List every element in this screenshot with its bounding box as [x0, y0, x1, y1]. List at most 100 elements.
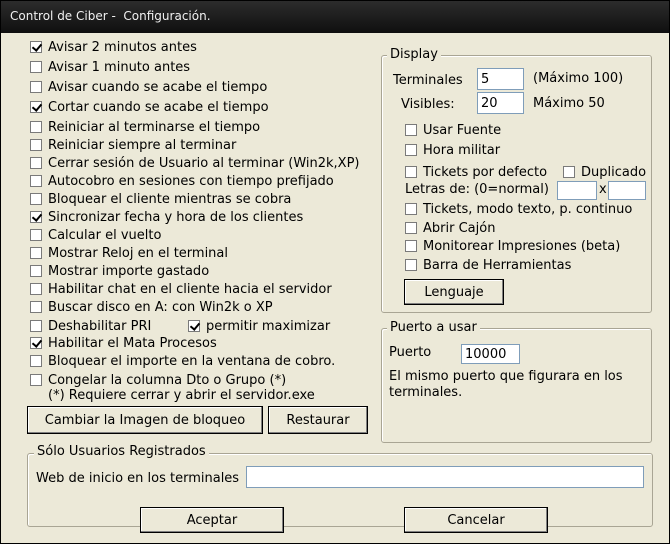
letras-label: Letras de: (0=normal): [405, 182, 549, 197]
barra-herramientas-label: Barra de Herramientas: [423, 257, 572, 273]
letras-input-1[interactable]: [557, 181, 597, 200]
display-group-title: Display: [387, 47, 441, 62]
abrir-cajon-box[interactable]: [405, 222, 417, 234]
restart-note: (*) Requiere cerrar y abrir el servidor.…: [48, 388, 315, 403]
usar-fuente-box[interactable]: [405, 124, 417, 136]
option-checkbox-label: Avisar 1 minuto antes: [48, 59, 191, 75]
option-checkbox-label: Reiniciar siempre al terminar: [48, 137, 237, 153]
title-bar[interactable]: Control de Ciber - Configuración.: [1, 1, 669, 33]
option-checkbox[interactable]: Bloquear el importe en la ventana de cob…: [30, 352, 335, 370]
option-checkbox-box[interactable]: [30, 139, 42, 151]
option-checkbox-label: Bloquear el cliente mientras se cobra: [48, 191, 292, 207]
permitir-maximizar-label: permitir maximizar: [206, 318, 331, 334]
option-checkbox-box[interactable]: [30, 157, 42, 169]
option-checkbox[interactable]: Bloquear el cliente mientras se cobra: [30, 190, 291, 208]
option-checkbox-label: Sincronizar fecha y hora de los clientes: [48, 209, 304, 225]
duplicado-checkbox[interactable]: Duplicado: [563, 163, 646, 181]
abrir-cajon-checkbox[interactable]: Abrir Cajón: [405, 219, 495, 237]
hora-militar-checkbox[interactable]: Hora militar: [405, 141, 500, 159]
option-checkbox-label: Habilitar el Mata Procesos: [48, 335, 217, 351]
tickets-texto-box[interactable]: [405, 203, 417, 215]
option-checkbox-label: Bloquear el importe en la ventana de cob…: [48, 353, 336, 369]
option-checkbox[interactable]: Cortar cuando se acabe el tiempo: [30, 98, 269, 116]
hora-militar-box[interactable]: [405, 144, 417, 156]
option-checkbox[interactable]: Habilitar chat en el cliente hacia el se…: [30, 280, 332, 298]
option-checkbox[interactable]: Avisar cuando se acabe el tiempo: [30, 78, 267, 96]
barra-herramientas-checkbox[interactable]: Barra de Herramientas: [405, 256, 571, 274]
option-checkbox-label: Deshabilitar PRI: [48, 318, 152, 334]
option-checkbox[interactable]: Mostrar importe gastado: [30, 262, 209, 280]
tickets-defecto-label: Tickets por defecto: [423, 164, 548, 180]
permitir-maximizar-checkbox[interactable]: permitir maximizar: [188, 317, 330, 335]
tickets-defecto-box[interactable]: [405, 166, 417, 178]
option-checkbox-box[interactable]: [30, 193, 42, 205]
registrados-group: [27, 453, 653, 527]
monitorear-checkbox[interactable]: Monitorear Impresiones (beta): [405, 237, 620, 255]
option-checkbox-label: Congelar la columna Dto o Grupo (*): [48, 372, 287, 388]
option-checkbox[interactable]: Buscar disco en A: con Win2k o XP: [30, 298, 273, 316]
restaurar-button[interactable]: Restaurar: [268, 406, 368, 434]
cancelar-button[interactable]: Cancelar: [404, 507, 548, 533]
terminales-label: Terminales: [393, 73, 463, 88]
window-title: Control de Ciber - Configuración.: [10, 9, 211, 23]
option-checkbox[interactable]: Calcular el vuelto: [30, 226, 161, 244]
option-checkbox-box[interactable]: [30, 81, 42, 93]
letras-input-2[interactable]: [608, 181, 646, 200]
option-checkbox-label: Autocobro en sesiones con tiempo prefija…: [48, 173, 334, 189]
option-checkbox-box[interactable]: [30, 355, 42, 367]
permitir-maximizar-box[interactable]: [188, 320, 200, 332]
option-checkbox[interactable]: Reiniciar al terminarse el tiempo: [30, 118, 260, 136]
tickets-texto-checkbox[interactable]: Tickets, modo texto, p. continuo: [405, 200, 632, 218]
option-checkbox-box[interactable]: [30, 265, 42, 277]
duplicado-box[interactable]: [563, 166, 575, 178]
monitorear-box[interactable]: [405, 240, 417, 252]
option-checkbox-label: Buscar disco en A: con Win2k o XP: [48, 299, 273, 315]
option-checkbox-box[interactable]: [30, 175, 42, 187]
option-checkbox[interactable]: Avisar 2 minutos antes: [30, 38, 197, 56]
option-checkbox-box[interactable]: [30, 101, 42, 113]
option-checkbox-box[interactable]: [30, 61, 42, 73]
monitorear-label: Monitorear Impresiones (beta): [423, 238, 621, 254]
option-checkbox[interactable]: Sincronizar fecha y hora de los clientes: [30, 208, 303, 226]
option-checkbox-box[interactable]: [30, 283, 42, 295]
visibles-hint: Máximo 50: [533, 96, 605, 111]
option-checkbox[interactable]: Habilitar el Mata Procesos: [30, 334, 217, 352]
option-checkbox-box[interactable]: [30, 229, 42, 241]
option-checkbox[interactable]: Avisar 1 minuto antes: [30, 58, 190, 76]
option-checkbox-box[interactable]: [30, 247, 42, 259]
visibles-input[interactable]: 20: [477, 92, 524, 114]
option-checkbox-box[interactable]: [30, 337, 42, 349]
option-checkbox-box[interactable]: [30, 320, 42, 332]
option-checkbox-label: Avisar cuando se acabe el tiempo: [48, 79, 268, 95]
option-checkbox-label: Calcular el vuelto: [48, 227, 162, 243]
abrir-cajon-label: Abrir Cajón: [423, 220, 496, 236]
option-checkbox[interactable]: Congelar la columna Dto o Grupo (*): [30, 371, 286, 389]
terminales-input[interactable]: 5: [477, 68, 524, 90]
barra-herramientas-box[interactable]: [405, 259, 417, 271]
lenguaje-button[interactable]: Lenguaje: [404, 279, 504, 305]
option-checkbox[interactable]: Mostrar Reloj en el terminal: [30, 244, 228, 262]
tickets-defecto-checkbox[interactable]: Tickets por defecto: [405, 163, 547, 181]
puerto-label: Puerto: [389, 345, 432, 360]
puerto-note-2: terminales.: [389, 385, 463, 400]
config-window: Control de Ciber - Configuración. Avisar…: [0, 0, 670, 544]
option-checkbox[interactable]: Cerrar sesión de Usuario al terminar (Wi…: [30, 154, 360, 172]
option-checkbox[interactable]: Reiniciar siempre al terminar: [30, 136, 236, 154]
option-checkbox[interactable]: Autocobro en sesiones con tiempo prefija…: [30, 172, 334, 190]
option-checkbox-box[interactable]: [30, 211, 42, 223]
option-checkbox-label: Avisar 2 minutos antes: [48, 39, 197, 55]
aceptar-button[interactable]: Aceptar: [140, 507, 284, 533]
visibles-label: Visibles:: [401, 97, 455, 112]
option-checkbox-label: Reiniciar al terminarse el tiempo: [48, 119, 261, 135]
option-checkbox-box[interactable]: [30, 121, 42, 133]
letras-x-label: x: [599, 182, 607, 197]
usar-fuente-checkbox[interactable]: Usar Fuente: [405, 121, 501, 139]
web-inicio-input[interactable]: [246, 466, 644, 488]
option-checkbox-box[interactable]: [30, 374, 42, 386]
option-checkbox-label: Cortar cuando se acabe el tiempo: [48, 99, 269, 115]
option-checkbox-box[interactable]: [30, 301, 42, 313]
puerto-input[interactable]: 10000: [461, 344, 520, 364]
option-checkbox-box[interactable]: [30, 41, 42, 53]
option-checkbox[interactable]: Deshabilitar PRI: [30, 317, 151, 335]
cambiar-imagen-button[interactable]: Cambiar la Imagen de bloqueo: [27, 406, 263, 434]
